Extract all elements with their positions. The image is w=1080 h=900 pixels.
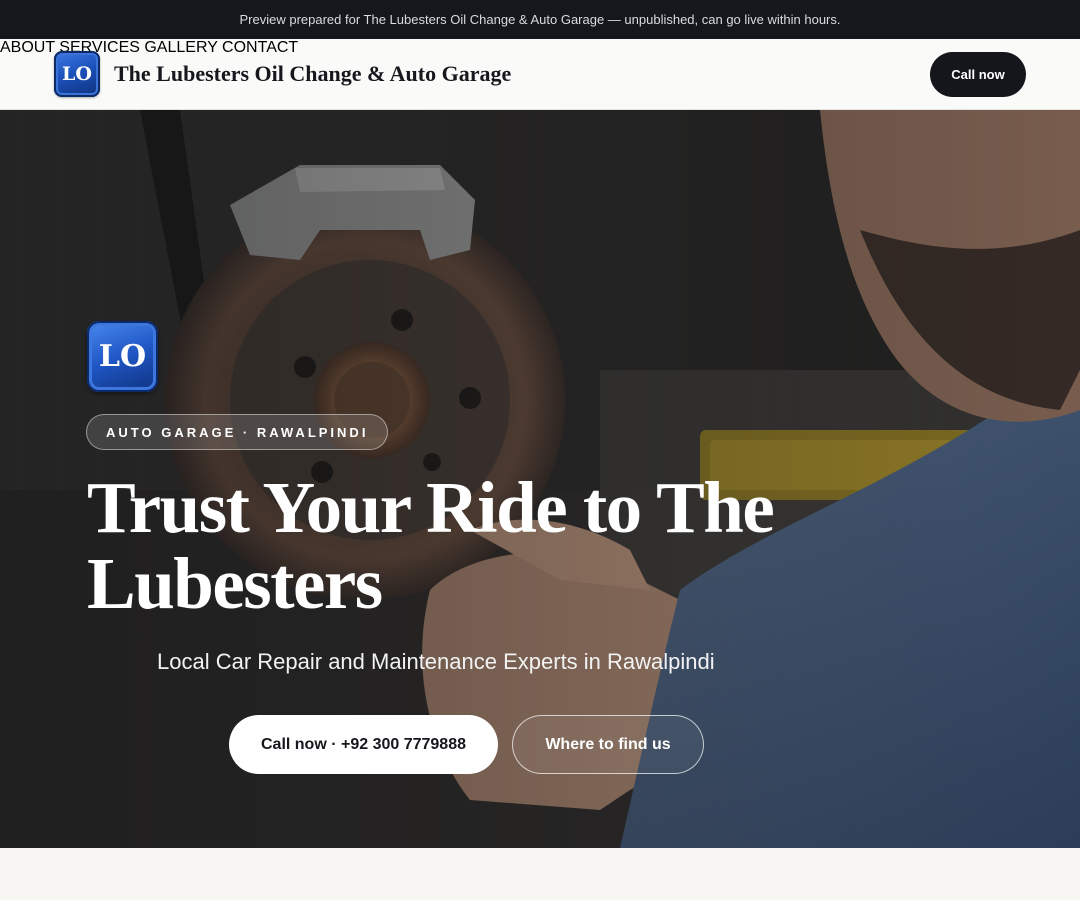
hero-logo: LO xyxy=(87,321,158,392)
main-nav: ABOUT SERVICES GALLERY CONTACT xyxy=(0,39,1080,57)
nav-contact[interactable]: CONTACT xyxy=(222,39,298,56)
preview-banner: Preview prepared for The Lubesters Oil C… xyxy=(0,0,1080,39)
hero-subheadline: Local Car Repair and Maintenance Experts… xyxy=(157,649,715,674)
header-call-button[interactable]: Call now xyxy=(930,52,1026,97)
brand-name[interactable]: The Lubesters Oil Change & Auto Garage xyxy=(114,61,511,87)
hero-call-button[interactable]: Call now · +92 300 7779888 xyxy=(229,715,498,774)
preview-banner-text: Preview prepared for The Lubesters Oil C… xyxy=(239,12,841,27)
hero-section: LO AUTO GARAGE · RAWALPINDI Trust Your R… xyxy=(0,110,1080,848)
nav-gallery[interactable]: GALLERY xyxy=(144,39,217,56)
brand-logo-initials: LO xyxy=(62,63,92,85)
next-section xyxy=(0,848,1080,900)
brand-logo[interactable]: LO xyxy=(54,51,100,97)
hero-headline: Trust Your Ride to The Lubesters xyxy=(87,467,775,624)
hero-find-us-button[interactable]: Where to find us xyxy=(512,715,704,774)
hero-logo-initials: LO xyxy=(98,339,147,374)
hero-location-tag: AUTO GARAGE · RAWALPINDI xyxy=(86,414,389,450)
site-header: LO The Lubesters Oil Change & Auto Garag… xyxy=(0,39,1080,110)
nav-about[interactable]: ABOUT xyxy=(0,39,55,56)
